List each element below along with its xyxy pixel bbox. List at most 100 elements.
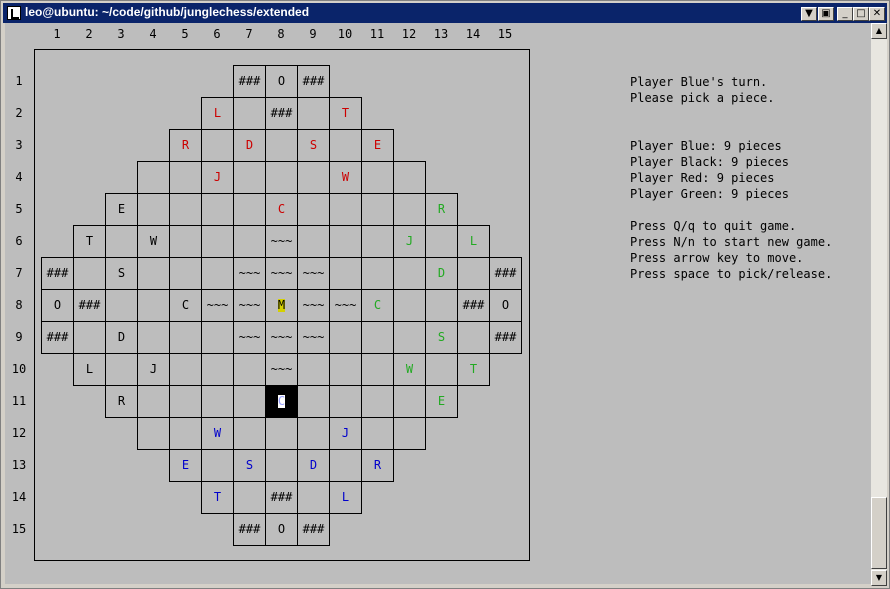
board-cell[interactable] xyxy=(233,353,266,386)
board-cell[interactable]: ### xyxy=(297,65,330,98)
board-cell[interactable]: J xyxy=(393,225,426,258)
board-cell[interactable]: T xyxy=(457,353,490,386)
board-cell[interactable]: J xyxy=(201,161,234,194)
board-cell[interactable]: ~~~ xyxy=(201,289,234,322)
board-cell[interactable] xyxy=(393,321,426,354)
board-cell[interactable]: D xyxy=(425,257,458,290)
board-cell[interactable] xyxy=(105,353,138,386)
board-cell[interactable]: R xyxy=(425,193,458,226)
board-cell[interactable]: E xyxy=(361,129,394,162)
board-cell[interactable] xyxy=(137,417,170,450)
board-cell[interactable]: J xyxy=(329,417,362,450)
board-cell[interactable]: ~~~ xyxy=(297,289,330,322)
board-cell[interactable]: ~~~ xyxy=(233,289,266,322)
board-cell[interactable]: D xyxy=(105,321,138,354)
board-cell[interactable] xyxy=(297,353,330,386)
board-cell[interactable] xyxy=(137,385,170,418)
board-cell[interactable] xyxy=(169,417,202,450)
board-cell[interactable]: O xyxy=(265,65,298,98)
board-cell[interactable]: L xyxy=(201,97,234,130)
board-cell[interactable] xyxy=(457,257,490,290)
board-cell[interactable]: D xyxy=(297,449,330,482)
board-cell[interactable] xyxy=(297,417,330,450)
terminal-icon[interactable] xyxy=(7,6,21,20)
maximize-button[interactable]: □ xyxy=(853,7,869,21)
board-cell[interactable] xyxy=(361,321,394,354)
board-cell[interactable]: ~~~ xyxy=(265,353,298,386)
board-cell[interactable] xyxy=(361,161,394,194)
board-cell[interactable] xyxy=(393,385,426,418)
board-cell[interactable]: E xyxy=(425,385,458,418)
board-cell[interactable] xyxy=(425,225,458,258)
board-cell[interactable] xyxy=(233,225,266,258)
board-cell[interactable] xyxy=(425,289,458,322)
board-cell[interactable] xyxy=(393,289,426,322)
board-cell[interactable]: L xyxy=(329,481,362,514)
board-cell[interactable]: ~~~ xyxy=(329,289,362,322)
board-cell[interactable] xyxy=(265,417,298,450)
board-cell[interactable]: L xyxy=(73,353,106,386)
board-cell[interactable] xyxy=(105,225,138,258)
board-cell[interactable]: R xyxy=(105,385,138,418)
board-cell[interactable]: W xyxy=(393,353,426,386)
board-cell[interactable] xyxy=(137,161,170,194)
board-cell[interactable] xyxy=(425,353,458,386)
scroll-thumb[interactable] xyxy=(871,497,887,569)
board-cell[interactable] xyxy=(169,161,202,194)
board-cell[interactable] xyxy=(201,193,234,226)
vertical-scrollbar[interactable]: ▲ ▼ xyxy=(871,23,887,586)
board-cell[interactable] xyxy=(105,289,138,322)
board-cell[interactable] xyxy=(137,321,170,354)
board-cell[interactable] xyxy=(201,129,234,162)
board-cell[interactable] xyxy=(297,97,330,130)
cursor-cell[interactable]: C xyxy=(265,385,298,418)
board-cell[interactable]: ### xyxy=(233,513,266,546)
board-cell[interactable] xyxy=(329,321,362,354)
board-cell[interactable] xyxy=(329,129,362,162)
board-cell[interactable] xyxy=(137,257,170,290)
board-cell[interactable] xyxy=(329,449,362,482)
board-cell[interactable] xyxy=(361,193,394,226)
board-cell[interactable]: W xyxy=(201,417,234,450)
board-cell[interactable]: R xyxy=(169,129,202,162)
board-cell[interactable]: T xyxy=(329,97,362,130)
board-cell[interactable] xyxy=(329,385,362,418)
board-cell[interactable]: ~~~ xyxy=(297,321,330,354)
board-cell[interactable] xyxy=(361,257,394,290)
board-cell[interactable]: ### xyxy=(41,257,74,290)
board-cell[interactable]: ~~~ xyxy=(265,225,298,258)
board-cell[interactable]: R xyxy=(361,449,394,482)
board-cell[interactable]: ~~~ xyxy=(233,321,266,354)
board-cell[interactable]: C xyxy=(169,289,202,322)
board-cell[interactable]: S xyxy=(105,257,138,290)
board-cell[interactable]: S xyxy=(425,321,458,354)
board-cell[interactable] xyxy=(393,257,426,290)
board-cell[interactable] xyxy=(169,321,202,354)
board-cell[interactable]: ### xyxy=(457,289,490,322)
board-cell[interactable] xyxy=(265,449,298,482)
board-cell[interactable]: O xyxy=(41,289,74,322)
board-cell[interactable] xyxy=(201,257,234,290)
board-cell[interactable]: S xyxy=(233,449,266,482)
board-cell[interactable] xyxy=(73,257,106,290)
board-cell[interactable]: C xyxy=(361,289,394,322)
board-cell[interactable]: W xyxy=(329,161,362,194)
board-cell[interactable]: ### xyxy=(265,481,298,514)
board-cell[interactable] xyxy=(297,385,330,418)
board-cell[interactable]: M xyxy=(265,289,298,322)
menu-button[interactable]: ▣ xyxy=(818,7,834,21)
board-cell[interactable] xyxy=(361,225,394,258)
board-cell[interactable] xyxy=(393,161,426,194)
scroll-up-button[interactable]: ▲ xyxy=(871,23,887,39)
board-cell[interactable] xyxy=(201,385,234,418)
board-cell[interactable] xyxy=(233,97,266,130)
board-cell[interactable] xyxy=(233,385,266,418)
scroll-down-button[interactable]: ▼ xyxy=(871,570,887,586)
title-bar[interactable]: leo@ubuntu: ~/code/github/junglechess/ex… xyxy=(3,3,887,23)
board-cell[interactable] xyxy=(201,225,234,258)
board-cell[interactable]: O xyxy=(265,513,298,546)
board-cell[interactable] xyxy=(393,193,426,226)
board-cell[interactable]: ### xyxy=(73,289,106,322)
board-cell[interactable] xyxy=(265,129,298,162)
minimize-button[interactable]: _ xyxy=(837,7,853,21)
